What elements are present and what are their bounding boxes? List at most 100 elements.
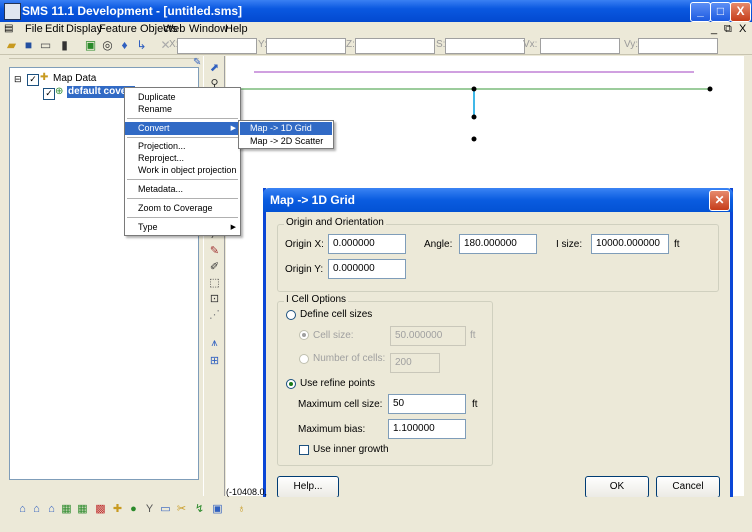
menu-edit[interactable]: Edit (45, 23, 64, 35)
tree-item-map-data[interactable]: Map Data (53, 73, 96, 84)
separator (127, 179, 238, 180)
node-4[interactable] (471, 136, 477, 142)
cell-size-radio[interactable] (299, 330, 309, 340)
poly-select-icon[interactable]: ⊡ (207, 292, 222, 306)
max-bias-field[interactable]: 1.100000 (388, 419, 466, 439)
max-bias-label: Maximum bias: (298, 424, 366, 435)
y-coord-field[interactable] (266, 38, 346, 54)
menu-item-work-in-projection[interactable]: Work in object projection (125, 164, 240, 177)
close-button[interactable]: X (730, 2, 751, 22)
inner-growth-checkbox[interactable] (299, 445, 309, 455)
dialog-title-bar[interactable]: Map -> 1D Grid ✕ (263, 188, 733, 212)
save-icon[interactable]: ■ (21, 38, 36, 53)
pen-tool-icon[interactable]: ✎ (207, 244, 222, 258)
mdi-close-button[interactable]: X (739, 23, 746, 35)
minimize-button[interactable]: _ (690, 2, 711, 22)
coverage-checkbox[interactable]: ✓ (43, 88, 55, 100)
node-3[interactable] (471, 114, 477, 120)
delete-icon[interactable]: ▮ (57, 38, 72, 53)
module-annotation-icon[interactable]: ✂ (175, 503, 188, 516)
number-of-cells-field[interactable]: 200 (390, 353, 440, 373)
inner-growth-label: Use inner growth (313, 444, 389, 455)
module-map-icon[interactable]: ✚ (111, 503, 124, 516)
menu-display[interactable]: Display (66, 23, 102, 35)
menu-window[interactable]: Window (189, 23, 228, 35)
measure-icon[interactable]: ♦ (117, 38, 132, 53)
menu-item-map-to-2d-scatter[interactable]: Map -> 2D Scatter (240, 135, 332, 148)
map-data-checkbox[interactable]: ✓ (27, 74, 39, 86)
refresh-icon[interactable]: ▣ (83, 38, 98, 53)
module-cartesian-icon[interactable]: ▦ (60, 503, 73, 516)
menu-item-convert[interactable]: Convert ▶ (125, 122, 240, 135)
separator (127, 198, 238, 199)
menu-item-metadata[interactable]: Metadata... (125, 183, 240, 196)
ok-button[interactable]: OK (585, 476, 649, 498)
define-cell-sizes-radio[interactable] (286, 310, 296, 320)
submenu-arrow-icon: ▶ (230, 125, 236, 132)
dialog-close-button[interactable]: ✕ (709, 190, 730, 211)
module-scatter-icon[interactable]: ⌂ (45, 503, 58, 516)
vx-coord-field[interactable] (540, 38, 620, 54)
max-cell-size-unit: ft (472, 399, 478, 410)
window-title-bar[interactable]: SMS 11.1 Development - [untitled.sms] _ … (0, 0, 752, 22)
arc-tool-icon[interactable]: ✐ (207, 260, 222, 274)
cell-size-field[interactable]: 50.000000 (390, 326, 466, 346)
help-button[interactable]: Help... (277, 476, 339, 498)
module-mesh-icon[interactable]: ⌂ (16, 503, 29, 516)
pointer-icon[interactable]: ↳ (134, 38, 149, 53)
context-menu: Duplicate Rename Convert ▶ Projection...… (124, 87, 241, 236)
s-coord-field[interactable] (445, 38, 525, 54)
origin-y-field[interactable]: 0.000000 (328, 259, 406, 279)
table-tool-icon[interactable]: ⊞ (207, 354, 222, 368)
use-refine-points-radio[interactable] (286, 379, 296, 389)
number-of-cells-radio[interactable] (299, 354, 309, 364)
select-tool-icon[interactable]: ⬈ (207, 61, 222, 75)
module-image-icon[interactable]: ▣ (211, 503, 224, 516)
mdi-minimize-button[interactable]: _ (711, 23, 717, 35)
vertex-tool-icon[interactable]: ⋰ (207, 308, 222, 322)
doc-icon[interactable]: ▤ (4, 23, 13, 34)
cancel-button[interactable]: Cancel (656, 476, 720, 498)
open-icon[interactable]: ▰ (4, 38, 19, 53)
maximize-button[interactable]: □ (710, 2, 731, 22)
node-1[interactable] (471, 86, 477, 92)
vy-coord-field[interactable] (638, 38, 718, 54)
cell-size-label: Cell size: (313, 330, 354, 341)
isize-field[interactable]: 10000.000000 (591, 234, 669, 254)
menu-item-zoom-to-coverage[interactable]: Zoom to Coverage (125, 202, 240, 215)
node-2[interactable] (707, 86, 713, 92)
angle-label: Angle: (424, 239, 453, 250)
print-icon[interactable]: ▭ (38, 38, 53, 53)
module-profile-icon[interactable]: ↯ (193, 503, 206, 516)
module-gis-icon[interactable]: ▩ (94, 503, 107, 516)
folder-icon: ✚ (40, 72, 49, 83)
menu-item-map-to-1d-grid[interactable]: Map -> 1D Grid (240, 122, 332, 135)
status-light-icon: ♁ (237, 503, 246, 515)
origin-x-label: Origin X: (285, 239, 324, 250)
origin-x-field[interactable]: 0.000000 (328, 234, 406, 254)
box-select-icon[interactable]: ⬚ (207, 276, 222, 290)
menu-item-rename[interactable]: Rename (125, 103, 240, 116)
origin-group-label: Origin and Orientation (284, 217, 386, 228)
module-quadtree-icon[interactable]: ▦ (76, 503, 89, 516)
attribute-tool-icon[interactable]: ⩚ (207, 336, 222, 350)
menu-help[interactable]: Help (225, 23, 248, 35)
menu-web[interactable]: Web (163, 23, 185, 35)
menu-file[interactable]: File (25, 23, 43, 35)
mdi-restore-button[interactable]: ⧉ (724, 23, 732, 36)
max-cell-size-field[interactable]: 50 (388, 394, 466, 414)
z-coord-field[interactable] (355, 38, 435, 54)
separator (127, 137, 238, 138)
module-globe-icon[interactable]: ● (127, 503, 140, 516)
frame-icon[interactable]: ◎ (100, 38, 115, 53)
use-refine-points-label: Use refine points (300, 378, 376, 389)
menu-item-type[interactable]: Type ▶ (125, 221, 240, 234)
module-1d-grid-icon[interactable]: ▭ (159, 503, 172, 516)
angle-field[interactable]: 180.000000 (459, 234, 537, 254)
module-grid-icon[interactable]: ⌂ (30, 503, 43, 516)
collapse-icon[interactable]: ⊟ (14, 74, 22, 85)
module-particle-icon[interactable]: Y (143, 503, 156, 516)
isize-unit: ft (674, 239, 680, 250)
x-coord-field[interactable] (177, 38, 257, 54)
max-cell-size-label: Maximum cell size: (298, 399, 383, 410)
